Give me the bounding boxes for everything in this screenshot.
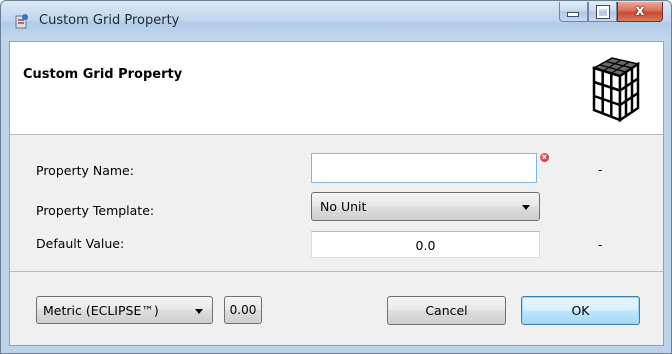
minimize-button[interactable] <box>559 2 588 22</box>
dialog-body: Custom Grid Property Property Name: x - … <box>9 41 664 346</box>
unit-system-value: Metric (ECLIPSE™) <box>43 303 159 318</box>
property-name-input[interactable] <box>311 153 537 183</box>
property-template-value: No Unit <box>320 199 367 214</box>
default-value-text: 0.0 <box>415 238 436 253</box>
grid-cube-icon <box>592 57 640 123</box>
close-button[interactable]: x <box>617 2 663 22</box>
error-icon: x <box>540 153 549 162</box>
minimize-icon <box>568 13 578 16</box>
close-icon: x <box>635 3 645 19</box>
maximize-icon <box>597 6 609 18</box>
maximize-button[interactable] <box>588 2 617 22</box>
footer-divider <box>10 271 663 272</box>
header-banner: Custom Grid Property <box>10 42 663 135</box>
property-template-dropdown[interactable]: No Unit <box>311 192 540 221</box>
property-template-label: Property Template: <box>36 203 155 218</box>
app-icon <box>15 14 28 29</box>
default-value-unit: - <box>598 238 603 252</box>
title-bar[interactable]: Custom Grid Property x <box>1 1 671 41</box>
precision-button[interactable]: 0.00 <box>224 296 262 324</box>
banner-title: Custom Grid Property <box>23 67 183 82</box>
property-name-label: Property Name: <box>36 163 134 178</box>
dialog-window: Custom Grid Property x Custom Grid Prope… <box>0 0 672 354</box>
unit-system-dropdown[interactable]: Metric (ECLIPSE™) <box>36 296 213 324</box>
default-value-input[interactable]: 0.0 <box>311 231 540 258</box>
chevron-down-icon <box>522 205 530 210</box>
chevron-down-icon <box>195 309 203 314</box>
cancel-button[interactable]: Cancel <box>387 296 506 325</box>
property-name-unit: - <box>598 163 603 177</box>
default-value-label: Default Value: <box>36 236 125 251</box>
window-title: Custom Grid Property <box>39 13 180 28</box>
caption-buttons: x <box>559 2 663 22</box>
ok-button[interactable]: OK <box>521 296 640 325</box>
